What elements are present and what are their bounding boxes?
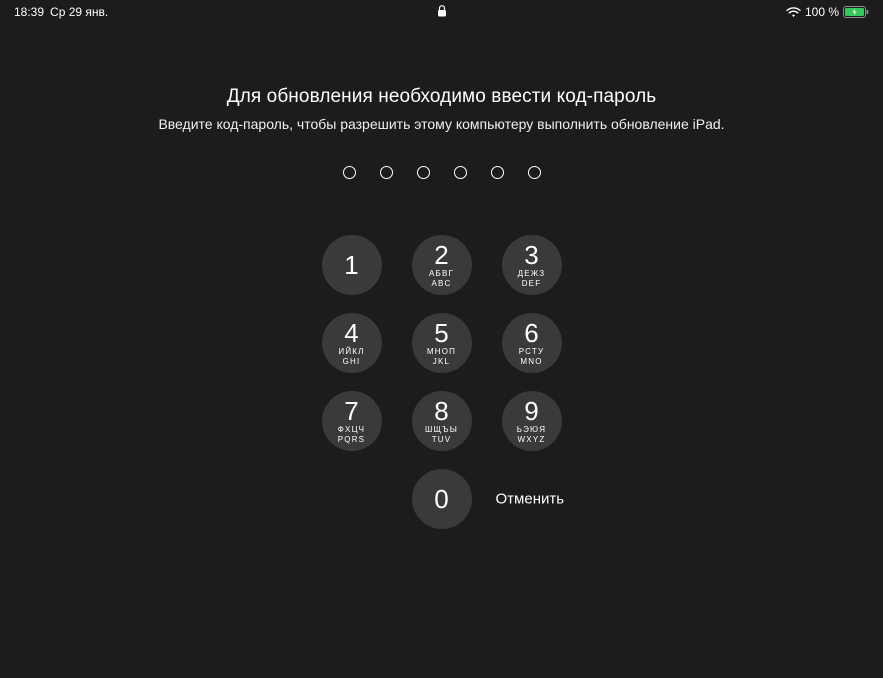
passcode-dot (491, 166, 504, 179)
key-digit: 0 (434, 486, 448, 512)
status-right: 100 % (786, 5, 869, 19)
battery-text: 100 % (805, 5, 839, 19)
key-digit: 1 (344, 252, 358, 278)
keypad-button-8[interactable]: 8 ШЩЪЫTUV (412, 391, 472, 451)
key-digit: 7 (344, 398, 358, 424)
keypad-button-4[interactable]: 4 ИЙКЛGHI (322, 313, 382, 373)
key-letters: ДЕЖЗDEF (518, 269, 546, 288)
status-time: 18:39 (14, 5, 44, 19)
key-digit: 8 (434, 398, 448, 424)
keypad-button-6[interactable]: 6 РСТУMNO (502, 313, 562, 373)
key-digit: 9 (524, 398, 538, 424)
status-date: Ср 29 янв. (50, 5, 108, 19)
lock-icon (437, 5, 446, 17)
key-letters: ФХЦЧPQRS (338, 425, 365, 444)
status-bar: 18:39 Ср 29 янв. 100 % (0, 0, 883, 20)
page-title: Для обновления необходимо ввести код-пар… (227, 86, 657, 108)
keypad: 1 2 АБВГABC 3 ДЕЖЗDEF 4 ИЙКЛGHI (322, 235, 562, 529)
key-letters: АБВГABC (429, 269, 454, 288)
key-letters: МНОПJKL (427, 347, 456, 366)
key-digit: 5 (434, 320, 448, 346)
keypad-button-0[interactable]: 0 (412, 469, 472, 529)
passcode-dot (528, 166, 541, 179)
passcode-dot (454, 166, 467, 179)
passcode-dots (343, 166, 541, 179)
passcode-dot (380, 166, 393, 179)
passcode-dot (417, 166, 430, 179)
keypad-button-1[interactable]: 1 (322, 235, 382, 295)
battery-charging-icon (843, 6, 869, 18)
status-left: 18:39 Ср 29 янв. (14, 5, 108, 19)
key-digit: 2 (434, 242, 448, 268)
keypad-button-3[interactable]: 3 ДЕЖЗDEF (502, 235, 562, 295)
cancel-button[interactable]: Отменить (496, 491, 565, 508)
keypad-button-7[interactable]: 7 ФХЦЧPQRS (322, 391, 382, 451)
passcode-dot (343, 166, 356, 179)
wifi-icon (786, 7, 801, 18)
key-letters: РСТУMNO (519, 347, 545, 366)
key-letters: ИЙКЛGHI (338, 347, 364, 366)
page-subtitle: Введите код-пароль, чтобы разрешить этом… (158, 116, 724, 132)
keypad-button-9[interactable]: 9 ЬЭЮЯWXYZ (502, 391, 562, 451)
key-letters: ШЩЪЫTUV (425, 425, 458, 444)
key-digit: 6 (524, 320, 538, 346)
keypad-button-2[interactable]: 2 АБВГABC (412, 235, 472, 295)
key-digit: 4 (344, 320, 358, 346)
keypad-button-5[interactable]: 5 МНОПJKL (412, 313, 472, 373)
key-digit: 3 (524, 242, 538, 268)
key-letters: ЬЭЮЯWXYZ (517, 425, 547, 444)
